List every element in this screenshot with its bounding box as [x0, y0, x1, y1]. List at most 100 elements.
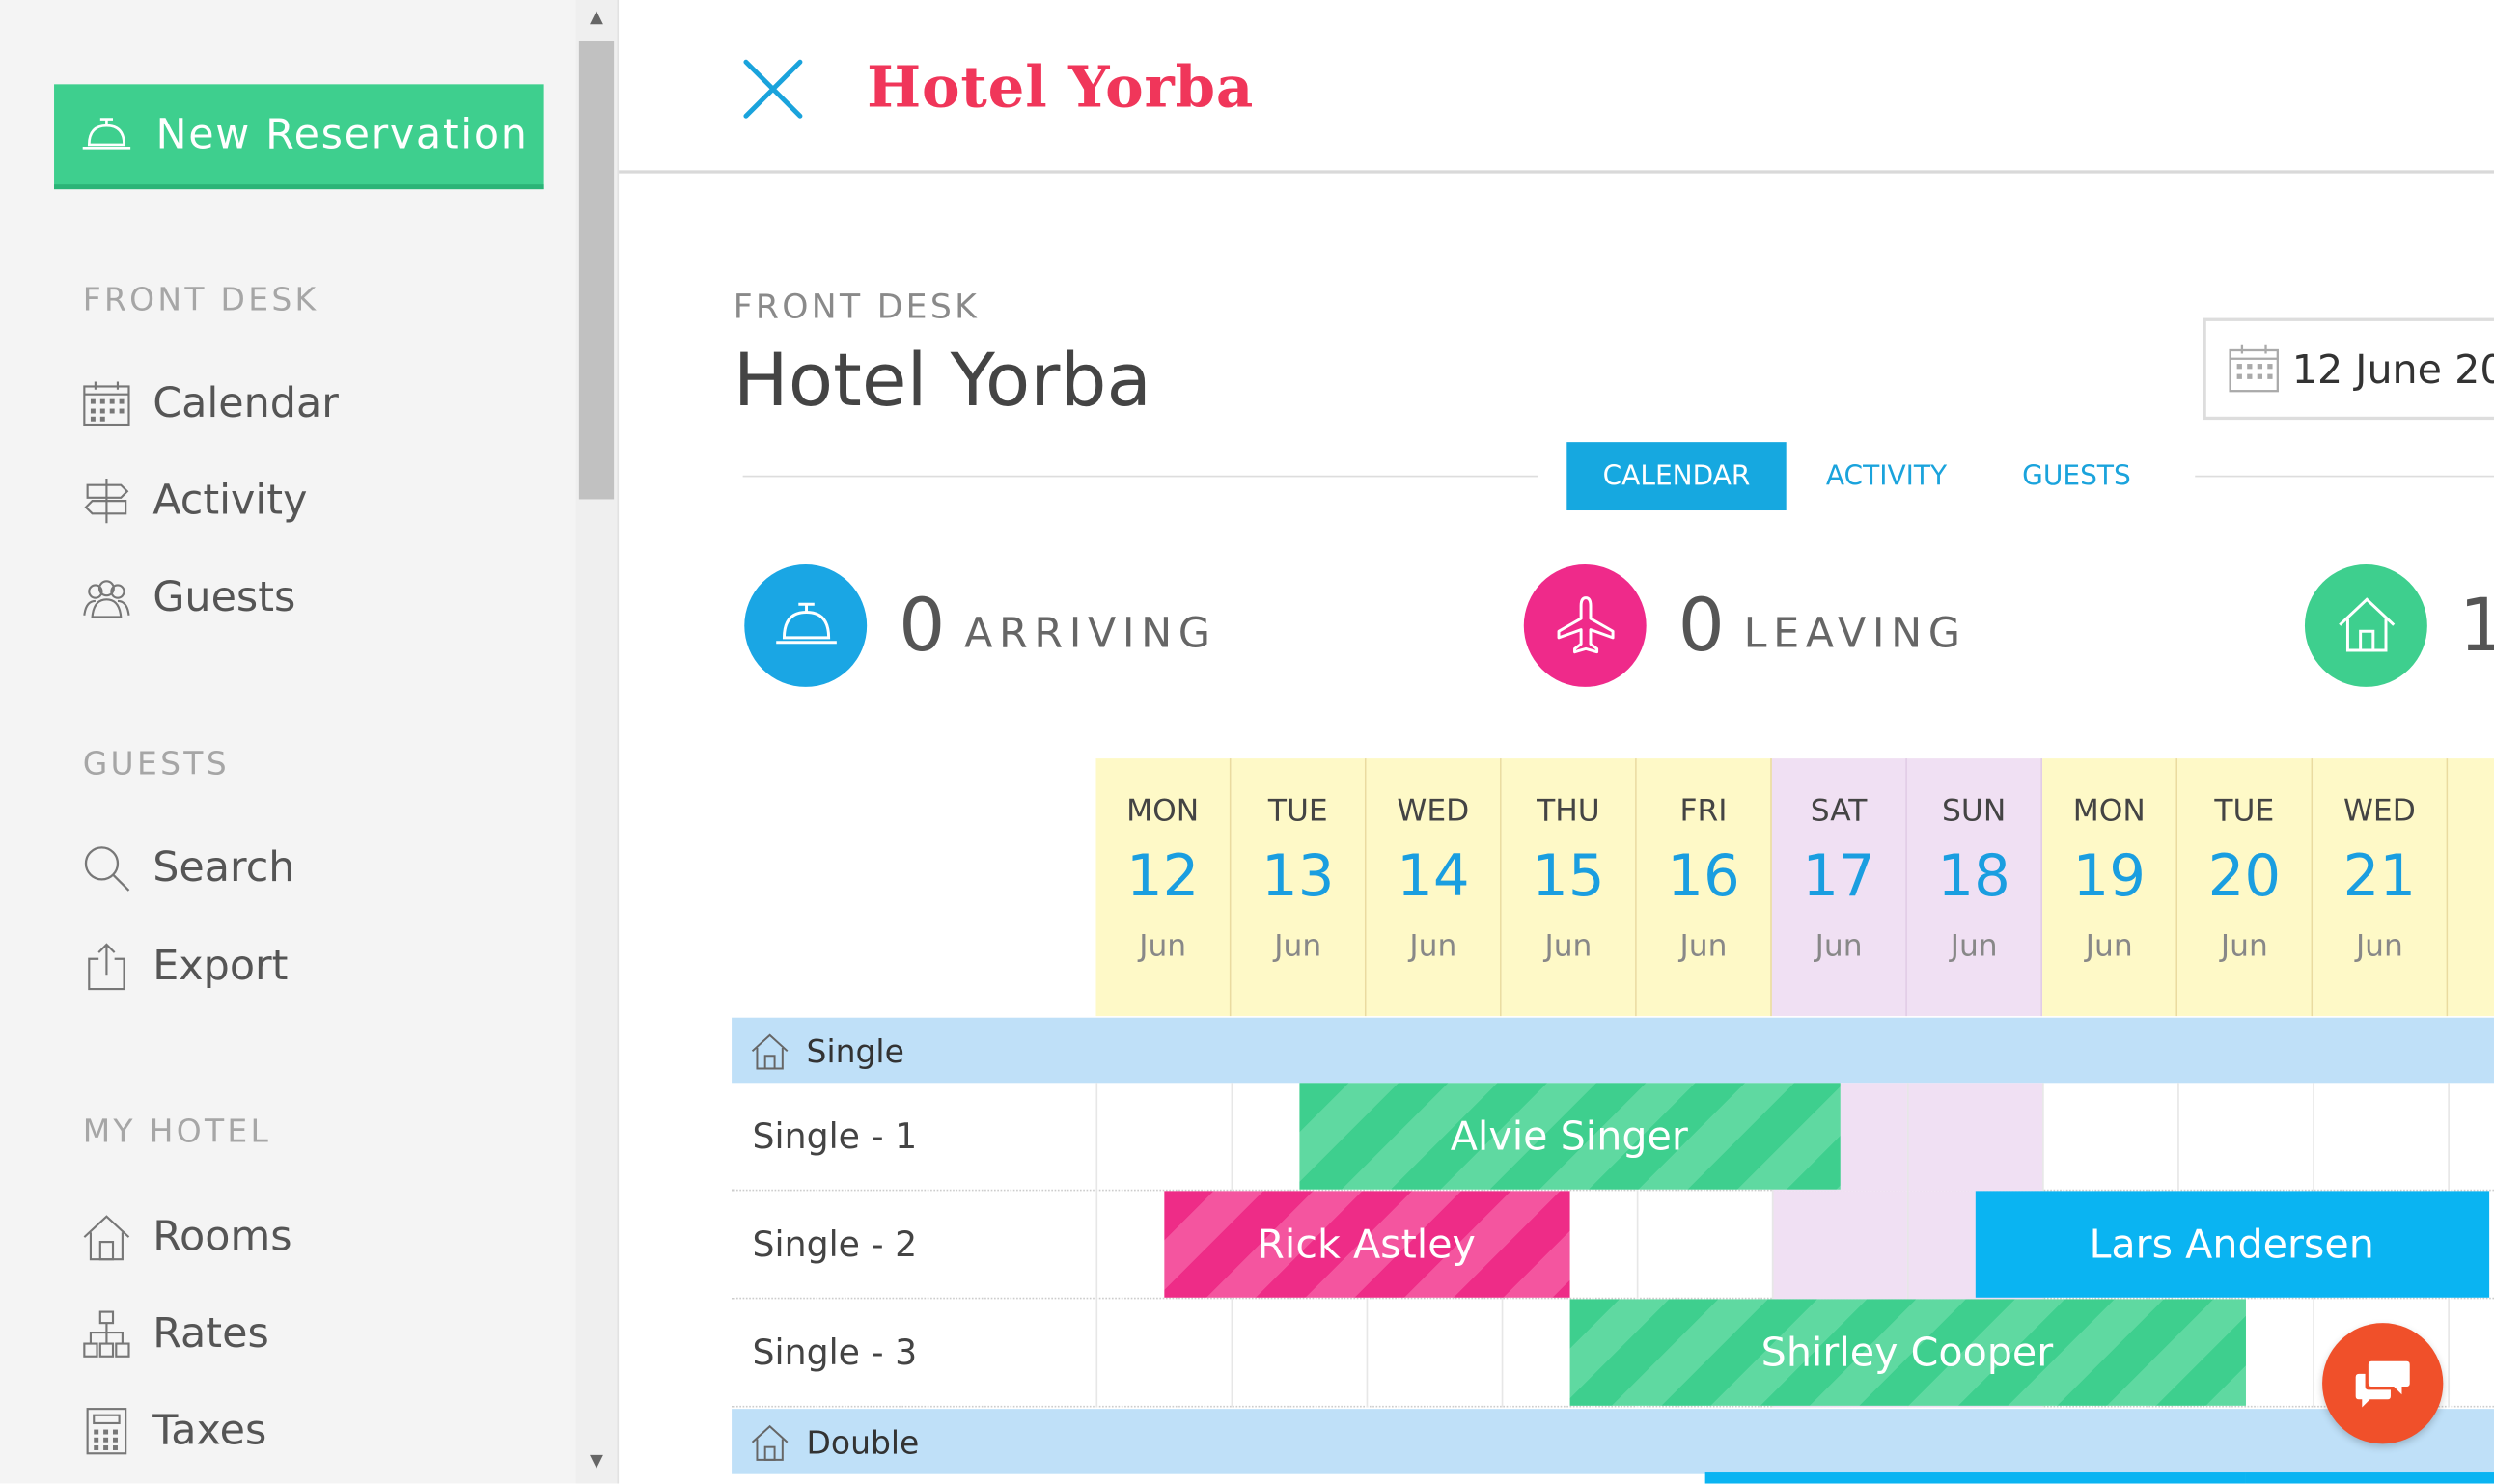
new-reservation-button[interactable]: New Reservation	[54, 84, 544, 190]
date-picker[interactable]: 12 June 20	[2203, 317, 2494, 421]
calculator-icon	[86, 1408, 127, 1455]
sidebar-item-calendar[interactable]: Calendar	[83, 372, 339, 436]
day-header[interactable]: WED 21 Jun	[2313, 758, 2449, 1017]
room-category-double: Double	[732, 1409, 2494, 1474]
plane-icon	[1523, 563, 1647, 687]
calendar-cell[interactable]	[1636, 1191, 1772, 1300]
calendar-cell[interactable]	[2448, 1083, 2494, 1192]
day-number: 15	[1532, 844, 1605, 910]
brand-logo[interactable]: Hotel Yorba	[867, 54, 1254, 121]
calendar-cell[interactable]	[2313, 1083, 2448, 1192]
day-of-week: WED	[1397, 793, 1470, 829]
sidebar: New Reservation FRONT DESK Calendar Acti…	[0, 0, 576, 1484]
close-icon[interactable]	[741, 57, 805, 121]
day-header[interactable]: SAT 17 Jun	[1771, 758, 1907, 1017]
day-header[interactable]: FRI 16 Jun	[1636, 758, 1772, 1017]
day-number: 13	[1261, 844, 1335, 910]
sidebar-item-taxes[interactable]: Taxes	[83, 1399, 267, 1463]
day-of-week: TUE	[1267, 793, 1328, 829]
day-month: Jun	[1950, 928, 1998, 964]
day-header[interactable]: WED 14 Jun	[1366, 758, 1502, 1017]
day-of-week: MON	[2072, 793, 2146, 829]
booking-strip[interactable]	[2245, 1472, 2494, 1484]
day-header[interactable]: MON 19 Jun	[2042, 758, 2178, 1017]
section-heading-my-hotel: MY HOTEL	[82, 1111, 272, 1150]
booking-bar[interactable]: Shirley Cooper	[1568, 1299, 2246, 1406]
sidebar-scrollbar[interactable]: ▲ ▼	[575, 0, 620, 1484]
sidebar-item-label: Export	[152, 943, 289, 991]
page-title: Hotel Yorba	[733, 337, 1151, 424]
tab-guests[interactable]: GUESTS	[2001, 442, 2152, 510]
day-number: 17	[1802, 844, 1875, 910]
calendar-cell[interactable]	[1906, 1083, 2043, 1192]
tab-calendar[interactable]: CALENDAR	[1566, 442, 1787, 511]
sidebar-item-guests[interactable]: Guests	[83, 566, 296, 630]
signpost-icon	[84, 479, 129, 524]
guests-icon	[83, 580, 130, 618]
calendar-cell[interactable]	[1095, 1083, 1231, 1192]
sidebar-item-search[interactable]: Search	[83, 837, 294, 900]
day-number: 18	[1937, 844, 2010, 910]
sidebar-item-label: Taxes	[152, 1407, 267, 1455]
calendar-cell[interactable]	[1231, 1299, 1367, 1408]
arriving-count: 0	[899, 582, 946, 669]
leaving-label: LEAVING	[1743, 610, 1967, 659]
calendar-cell[interactable]	[2042, 1083, 2177, 1192]
bell-icon	[744, 563, 868, 687]
calendar-cell[interactable]	[1095, 1299, 1231, 1408]
stat-staying: 1	[2304, 563, 2494, 687]
calendar-cell[interactable]	[1366, 1299, 1502, 1408]
date-value: 12 June 20	[2291, 345, 2494, 393]
sidebar-item-rooms[interactable]: Rooms	[83, 1205, 292, 1269]
sidebar-item-rates[interactable]: Rates	[83, 1303, 269, 1366]
booking-bar[interactable]: Alvie Singer	[1298, 1083, 1840, 1190]
scroll-up-icon[interactable]: ▲	[576, 0, 618, 35]
calendar-icon	[2229, 344, 2279, 393]
day-month: Jun	[2220, 928, 2268, 964]
breadcrumb: FRONT DESK	[733, 288, 981, 326]
calendar-cell[interactable]	[2448, 1299, 2494, 1408]
chat-button[interactable]	[2322, 1323, 2444, 1444]
day-header[interactable]: T2	[2448, 758, 2494, 1017]
booking-bar[interactable]: Rick Astley	[1163, 1191, 1569, 1298]
tab-divider	[2195, 475, 2494, 478]
day-number: 20	[2207, 844, 2282, 910]
sidebar-item-export[interactable]: Export	[83, 935, 289, 999]
booking-bar[interactable]: Lars Andersen	[1974, 1191, 2489, 1298]
sidebar-item-label: Guests	[152, 573, 296, 622]
day-header[interactable]: TUE 20 Jun	[2177, 758, 2314, 1017]
arriving-label: ARRIVING	[964, 610, 1217, 659]
day-of-week: FRI	[1679, 793, 1728, 829]
day-of-week: SAT	[1810, 793, 1868, 829]
day-number: 16	[1667, 844, 1740, 910]
scrollbar-thumb[interactable]	[578, 41, 615, 500]
booking-guest-name: Lars Andersen	[2089, 1221, 2374, 1268]
day-header[interactable]: MON 12 Jun	[1095, 758, 1232, 1017]
room-category-single: Single	[732, 1017, 2494, 1084]
calendar-cell[interactable]	[2177, 1083, 2313, 1192]
booking-guest-name: Rick Astley	[1257, 1221, 1476, 1268]
tab-activity[interactable]: ACTIVITY	[1810, 442, 1962, 510]
booking-strip[interactable]	[1704, 1472, 2246, 1484]
category-label: Single	[806, 1031, 904, 1070]
day-month: Jun	[1274, 928, 1322, 964]
day-of-week: T	[2448, 793, 2494, 828]
section-heading-front-desk: FRONT DESK	[82, 280, 319, 318]
rates-icon	[83, 1310, 130, 1358]
bell-icon	[82, 117, 131, 149]
chat-icon	[2355, 1360, 2410, 1408]
tab-divider	[742, 475, 1538, 478]
day-month: Jun	[1409, 928, 1457, 964]
day-header[interactable]: TUE 13 Jun	[1231, 758, 1367, 1017]
category-label: Double	[806, 1422, 920, 1461]
room-label: Single - 2	[752, 1224, 918, 1265]
scroll-down-icon[interactable]: ▼	[576, 1443, 618, 1478]
day-of-week: MON	[1126, 793, 1200, 829]
day-month: Jun	[1679, 928, 1728, 964]
day-header[interactable]: SUN 18 Jun	[1906, 758, 2043, 1017]
day-of-week: WED	[2342, 793, 2416, 829]
sidebar-item-activity[interactable]: Activity	[83, 469, 307, 533]
day-header[interactable]: THU 15 Jun	[1501, 758, 1637, 1017]
day-number: 19	[2072, 844, 2146, 910]
calendar-cell[interactable]	[1771, 1191, 1907, 1300]
